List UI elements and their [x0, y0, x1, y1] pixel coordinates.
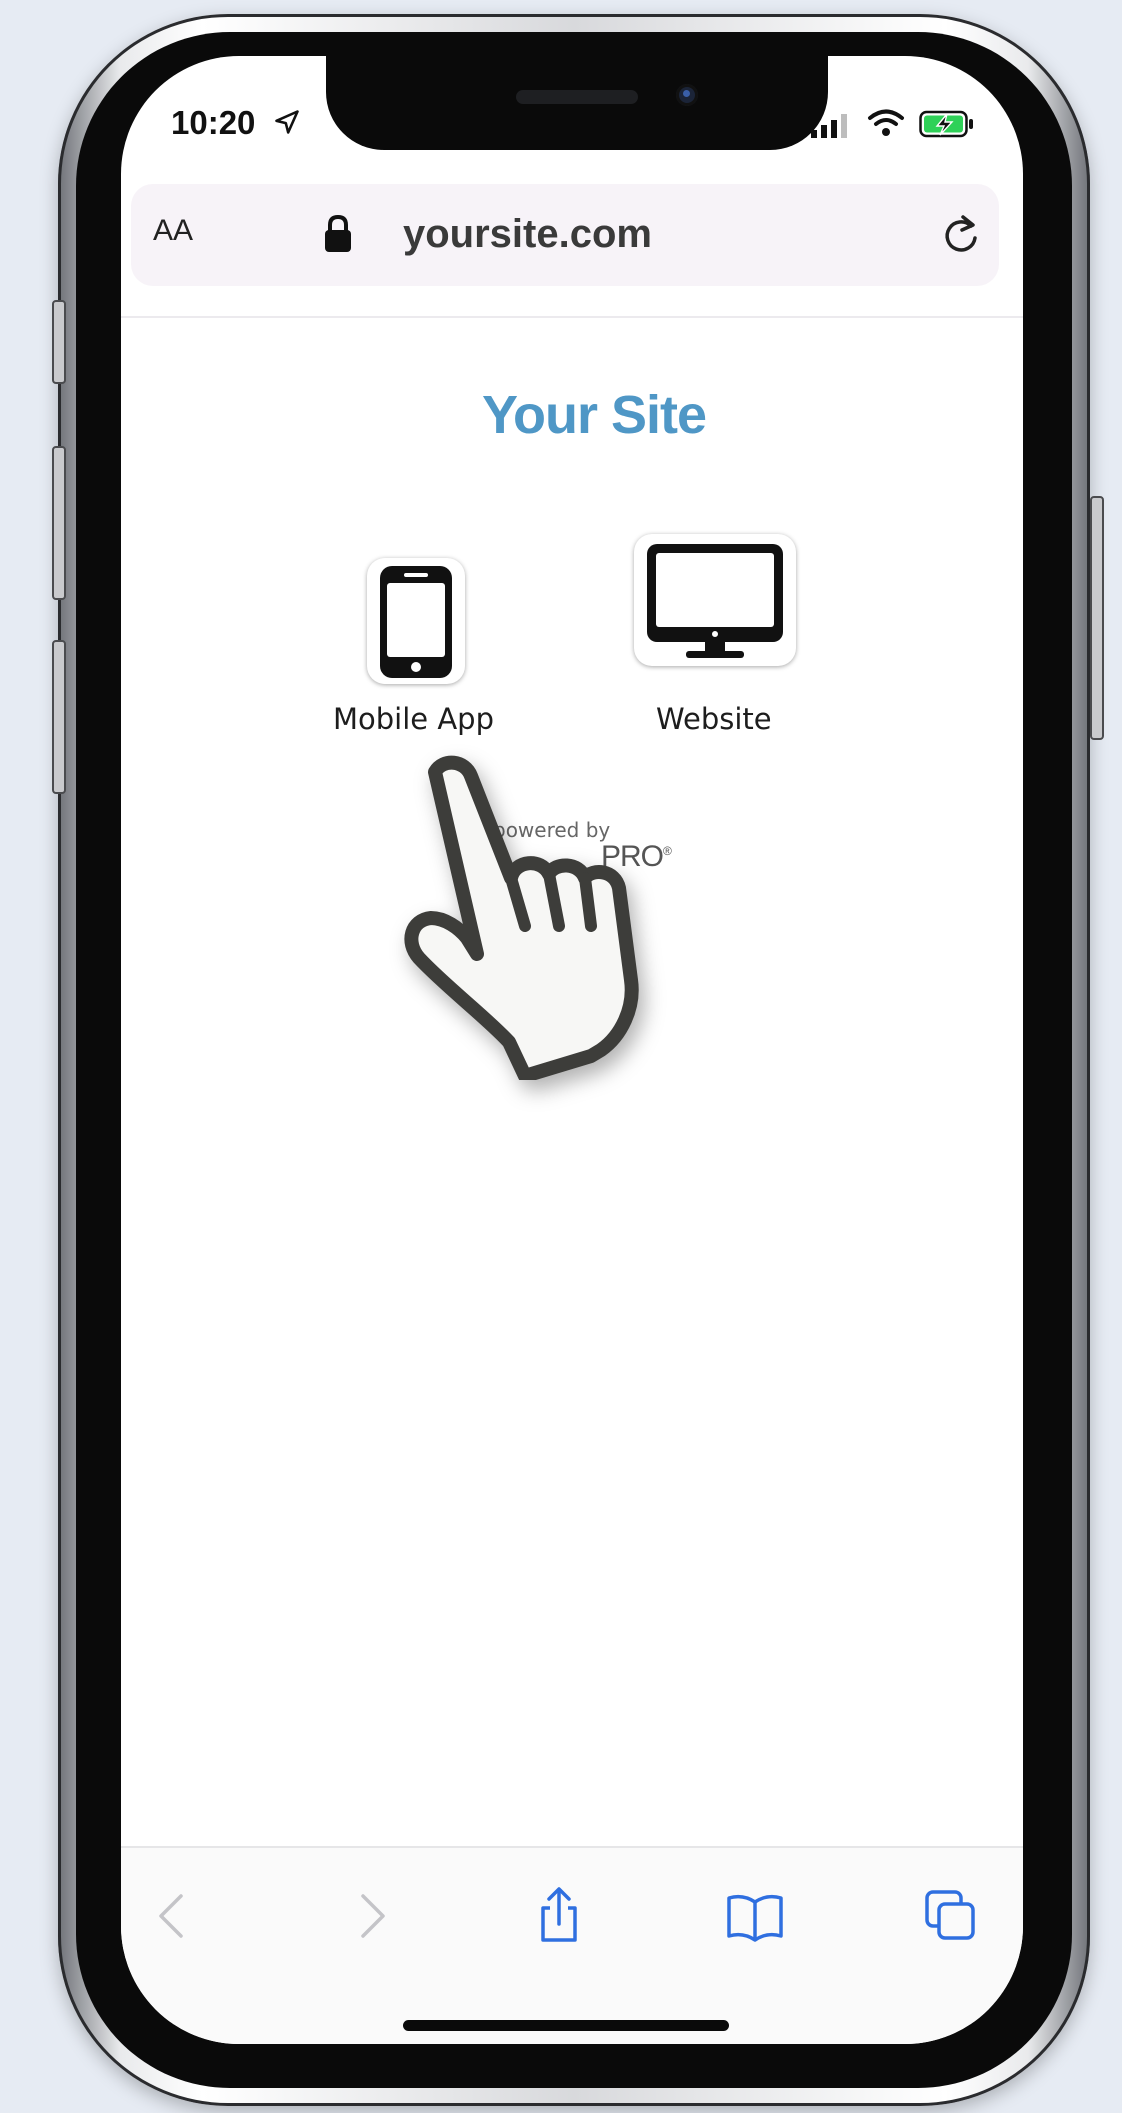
smartphone-icon — [380, 566, 452, 678]
website-icon-box[interactable] — [634, 534, 796, 666]
silent-switch — [52, 300, 66, 384]
forward-icon[interactable] — [341, 1886, 401, 1946]
page-title: Your Site — [481, 385, 707, 445]
home-indicator — [403, 2020, 729, 2031]
status-time: 10:20 — [171, 104, 256, 141]
registered-mark: ® — [663, 844, 672, 858]
website-label[interactable]: Website — [656, 702, 772, 736]
wifi-icon — [868, 109, 904, 136]
bookmarks-icon[interactable] — [725, 1886, 785, 1946]
share-icon[interactable] — [529, 1886, 589, 1946]
volume-down-button — [52, 640, 66, 794]
notch — [326, 56, 828, 150]
power-button — [1090, 496, 1104, 740]
address-bar[interactable]: AA yoursite.com — [131, 184, 999, 286]
reload-icon[interactable] — [941, 212, 983, 256]
battery-charging-icon — [919, 110, 973, 138]
text-size-label: AA — [153, 214, 194, 247]
browser-toolbar — [121, 1846, 1023, 2044]
back-icon[interactable] — [143, 1886, 203, 1946]
location-arrow-icon — [275, 110, 299, 134]
lock-icon — [325, 214, 351, 252]
cellular-signal-icon — [811, 114, 847, 138]
phone-screen: 10:20 AA yoursite.com Your Site Mobile A… — [121, 56, 1023, 2044]
volume-up-button — [52, 446, 66, 600]
pointing-hand-cursor-icon — [404, 755, 639, 1080]
front-camera — [676, 84, 698, 106]
mobile-app-label[interactable]: Mobile App — [333, 702, 494, 736]
url-text[interactable]: yoursite.com — [403, 212, 652, 257]
earpiece-speaker — [516, 90, 638, 104]
tabs-icon[interactable] — [921, 1886, 981, 1946]
desktop-monitor-icon — [647, 544, 783, 658]
address-bar-divider — [121, 316, 1023, 318]
mobile-app-icon-box[interactable] — [367, 558, 465, 684]
text-size-button[interactable]: AA — [153, 214, 193, 248]
